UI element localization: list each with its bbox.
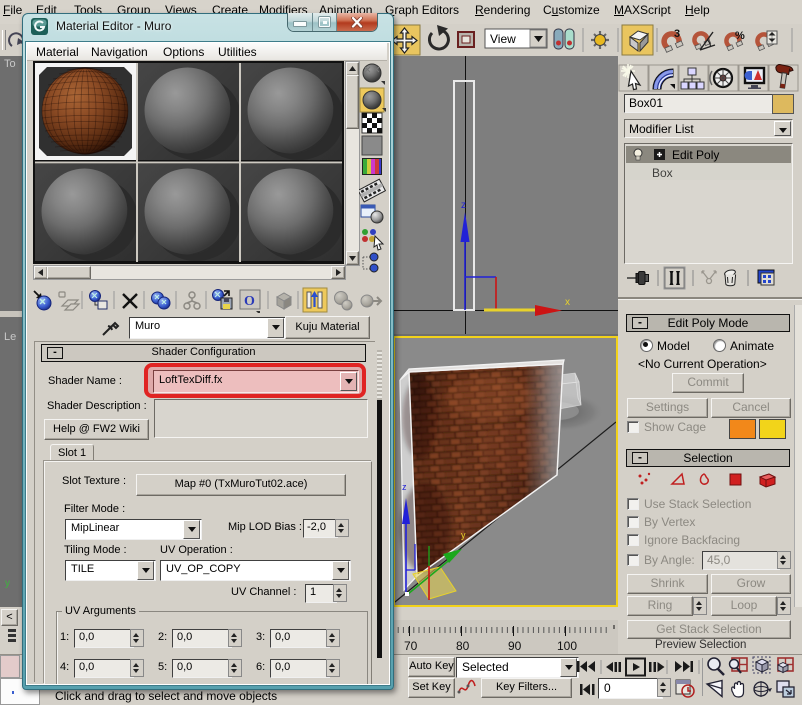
svg-text:100: 100 — [557, 639, 577, 653]
svg-text:3: 3 — [674, 28, 680, 40]
svg-text:z: z — [402, 482, 407, 492]
svg-text:x: x — [565, 297, 570, 308]
svg-text:70: 70 — [404, 639, 418, 653]
svg-text:%: % — [735, 30, 745, 42]
svg-text:80: 80 — [456, 639, 470, 653]
svg-text:View: View — [490, 32, 516, 46]
svg-text:90: 90 — [508, 639, 522, 653]
svg-text:O: O — [244, 294, 255, 309]
svg-text:z: z — [461, 200, 466, 211]
svg-text:y: y — [461, 530, 466, 540]
